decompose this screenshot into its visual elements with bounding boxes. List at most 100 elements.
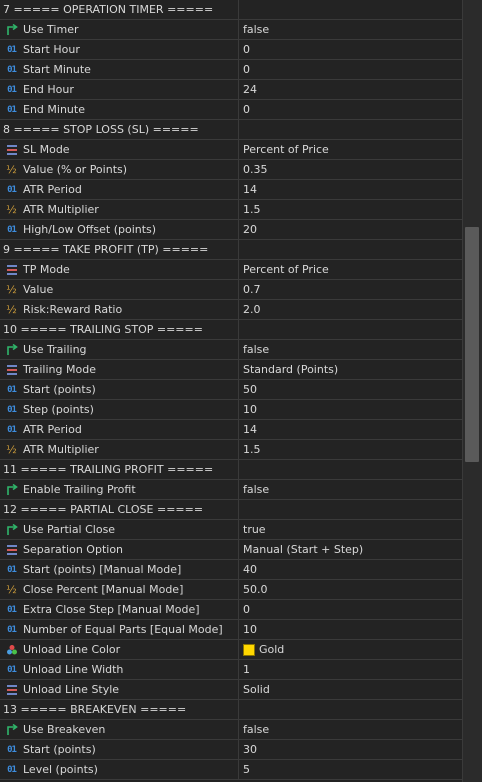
parameter-row[interactable]: 01 Extra Close Step [Manual Mode] 0 (0, 600, 462, 620)
parameter-row[interactable]: Use Trailing false (0, 340, 462, 360)
parameter-row[interactable]: 01 Start Minute 0 (0, 60, 462, 80)
parameter-row[interactable]: 01 ATR Period 14 (0, 420, 462, 440)
parameter-row[interactable]: 01 High/Low Offset (points) 20 (0, 220, 462, 240)
parameter-value-cell[interactable]: false (239, 340, 462, 359)
parameter-value-cell[interactable]: Gold (239, 640, 462, 659)
parameter-name-cell: ½ ATR Multiplier (0, 200, 239, 219)
parameter-name-cell: 01 ATR Period (0, 180, 239, 199)
parameters-grid: 7 ===== OPERATION TIMER ===== Use Timer fa… (0, 0, 462, 780)
parameter-value: 2.0 (243, 303, 261, 316)
parameter-row[interactable]: 01 Step (points) 10 (0, 400, 462, 420)
integer-type-icon: 01 (7, 44, 17, 55)
parameter-value-cell[interactable]: Percent of Price (239, 140, 462, 159)
parameter-name-cell: 8 ===== STOP LOSS (SL) ===== (0, 120, 239, 139)
parameter-row[interactable]: ½ Value (% or Points) 0.35 (0, 160, 462, 180)
parameter-value-cell (239, 0, 462, 19)
enumeration-list-icon (5, 263, 18, 276)
parameter-row[interactable]: 01 End Minute 0 (0, 100, 462, 120)
section-header-row: 7 ===== OPERATION TIMER ===== (0, 0, 462, 20)
parameter-row[interactable]: ½ ATR Multiplier 1.5 (0, 440, 462, 460)
parameter-row[interactable]: Unload Line Color Gold (0, 640, 462, 660)
parameter-value-cell[interactable]: 14 (239, 180, 462, 199)
parameter-row[interactable]: Use Timer false (0, 20, 462, 40)
section-header-row: 13 ===== BREAKEVEN ===== (0, 700, 462, 720)
parameter-value-cell[interactable]: 0 (239, 100, 462, 119)
parameter-row[interactable]: 01 ATR Period 14 (0, 180, 462, 200)
parameter-value-cell[interactable]: 40 (239, 560, 462, 579)
parameter-value-cell[interactable]: Standard (Points) (239, 360, 462, 379)
parameter-value-cell[interactable]: 0.7 (239, 280, 462, 299)
parameter-value-cell[interactable]: 1.5 (239, 440, 462, 459)
parameter-row[interactable]: Unload Line Style Solid (0, 680, 462, 700)
parameter-row[interactable]: Trailing Mode Standard (Points) (0, 360, 462, 380)
parameter-value-cell[interactable]: true (239, 520, 462, 539)
parameter-row[interactable]: 01 Start (points) 30 (0, 740, 462, 760)
enumeration-list-icon (5, 143, 18, 156)
parameter-row[interactable]: ½ Close Percent [Manual Mode] 50.0 (0, 580, 462, 600)
parameter-row[interactable]: Use Breakeven false (0, 720, 462, 740)
parameter-row[interactable]: Separation Option Manual (Start + Step) (0, 540, 462, 560)
parameter-name: Value (% or Points) (23, 163, 128, 176)
parameter-value-cell[interactable]: 20 (239, 220, 462, 239)
parameter-value-cell[interactable]: Manual (Start + Step) (239, 540, 462, 559)
parameter-row[interactable]: 01 Unload Line Width 1 (0, 660, 462, 680)
parameter-value-cell[interactable]: 5 (239, 760, 462, 779)
parameter-row[interactable]: Use Partial Close true (0, 520, 462, 540)
fraction-type-icon: ½ (6, 203, 17, 216)
parameter-value-cell[interactable]: 0.35 (239, 160, 462, 179)
parameter-value-cell[interactable]: Solid (239, 680, 462, 699)
boolean-arrow-icon (5, 523, 18, 536)
parameter-value-cell[interactable]: 1 (239, 660, 462, 679)
parameter-row[interactable]: 01 Number of Equal Parts [Equal Mode] 10 (0, 620, 462, 640)
parameter-row[interactable]: ½ ATR Multiplier 1.5 (0, 200, 462, 220)
parameter-value-cell[interactable]: 1.5 (239, 200, 462, 219)
parameter-value-cell[interactable]: 50 (239, 380, 462, 399)
vertical-scrollbar[interactable] (462, 0, 482, 782)
parameter-name-cell: 13 ===== BREAKEVEN ===== (0, 700, 239, 719)
parameter-row[interactable]: TP Mode Percent of Price (0, 260, 462, 280)
parameter-name-cell: 01 ATR Period (0, 420, 239, 439)
parameter-name-cell: Unload Line Color (0, 640, 239, 659)
parameter-name-cell: ½ ATR Multiplier (0, 440, 239, 459)
parameter-value-cell[interactable]: 24 (239, 80, 462, 99)
parameter-row[interactable]: ½ Value 0.7 (0, 280, 462, 300)
integer-type-icon: 01 (7, 424, 17, 435)
enumeration-list-icon (5, 683, 18, 696)
parameter-value-cell[interactable]: 50.0 (239, 580, 462, 599)
parameter-name-cell: Separation Option (0, 540, 239, 559)
parameter-row[interactable]: 01 Start (points) 50 (0, 380, 462, 400)
parameter-value-cell[interactable]: 30 (239, 740, 462, 759)
section-header-row: 12 ===== PARTIAL CLOSE ===== (0, 500, 462, 520)
parameter-name: Use Partial Close (23, 523, 116, 536)
parameter-name-cell: Unload Line Style (0, 680, 239, 699)
parameter-name-cell: ½ Risk:Reward Ratio (0, 300, 239, 319)
parameter-row[interactable]: SL Mode Percent of Price (0, 140, 462, 160)
parameter-value-cell[interactable]: false (239, 20, 462, 39)
parameter-row[interactable]: 01 Start (points) [Manual Mode] 40 (0, 560, 462, 580)
parameter-value-cell (239, 700, 462, 719)
enumeration-list-icon (5, 543, 18, 556)
parameter-row[interactable]: Enable Trailing Profit false (0, 480, 462, 500)
parameter-value-cell[interactable]: false (239, 480, 462, 499)
integer-type-icon: 01 (7, 664, 17, 675)
parameter-name-cell: 01 Start Minute (0, 60, 239, 79)
parameter-value-cell[interactable]: 14 (239, 420, 462, 439)
scrollbar-thumb[interactable] (465, 227, 479, 462)
parameter-value-cell[interactable]: 0 (239, 60, 462, 79)
parameter-value-cell[interactable]: false (239, 720, 462, 739)
parameter-value-cell[interactable]: 0 (239, 600, 462, 619)
parameter-value-cell[interactable]: Percent of Price (239, 260, 462, 279)
parameter-row[interactable]: ½ Risk:Reward Ratio 2.0 (0, 300, 462, 320)
parameter-name: SL Mode (23, 143, 70, 156)
parameter-row[interactable]: 01 Level (points) 5 (0, 760, 462, 780)
parameter-value: 1 (243, 663, 250, 676)
enumeration-list-icon (5, 363, 18, 376)
parameter-row[interactable]: 01 End Hour 24 (0, 80, 462, 100)
parameter-name: ATR Period (23, 423, 82, 436)
fraction-type-icon: ½ (6, 583, 17, 596)
parameter-value-cell[interactable]: 10 (239, 400, 462, 419)
parameter-value-cell[interactable]: 2.0 (239, 300, 462, 319)
parameter-value-cell[interactable]: 0 (239, 40, 462, 59)
parameter-value-cell[interactable]: 10 (239, 620, 462, 639)
parameter-row[interactable]: 01 Start Hour 0 (0, 40, 462, 60)
